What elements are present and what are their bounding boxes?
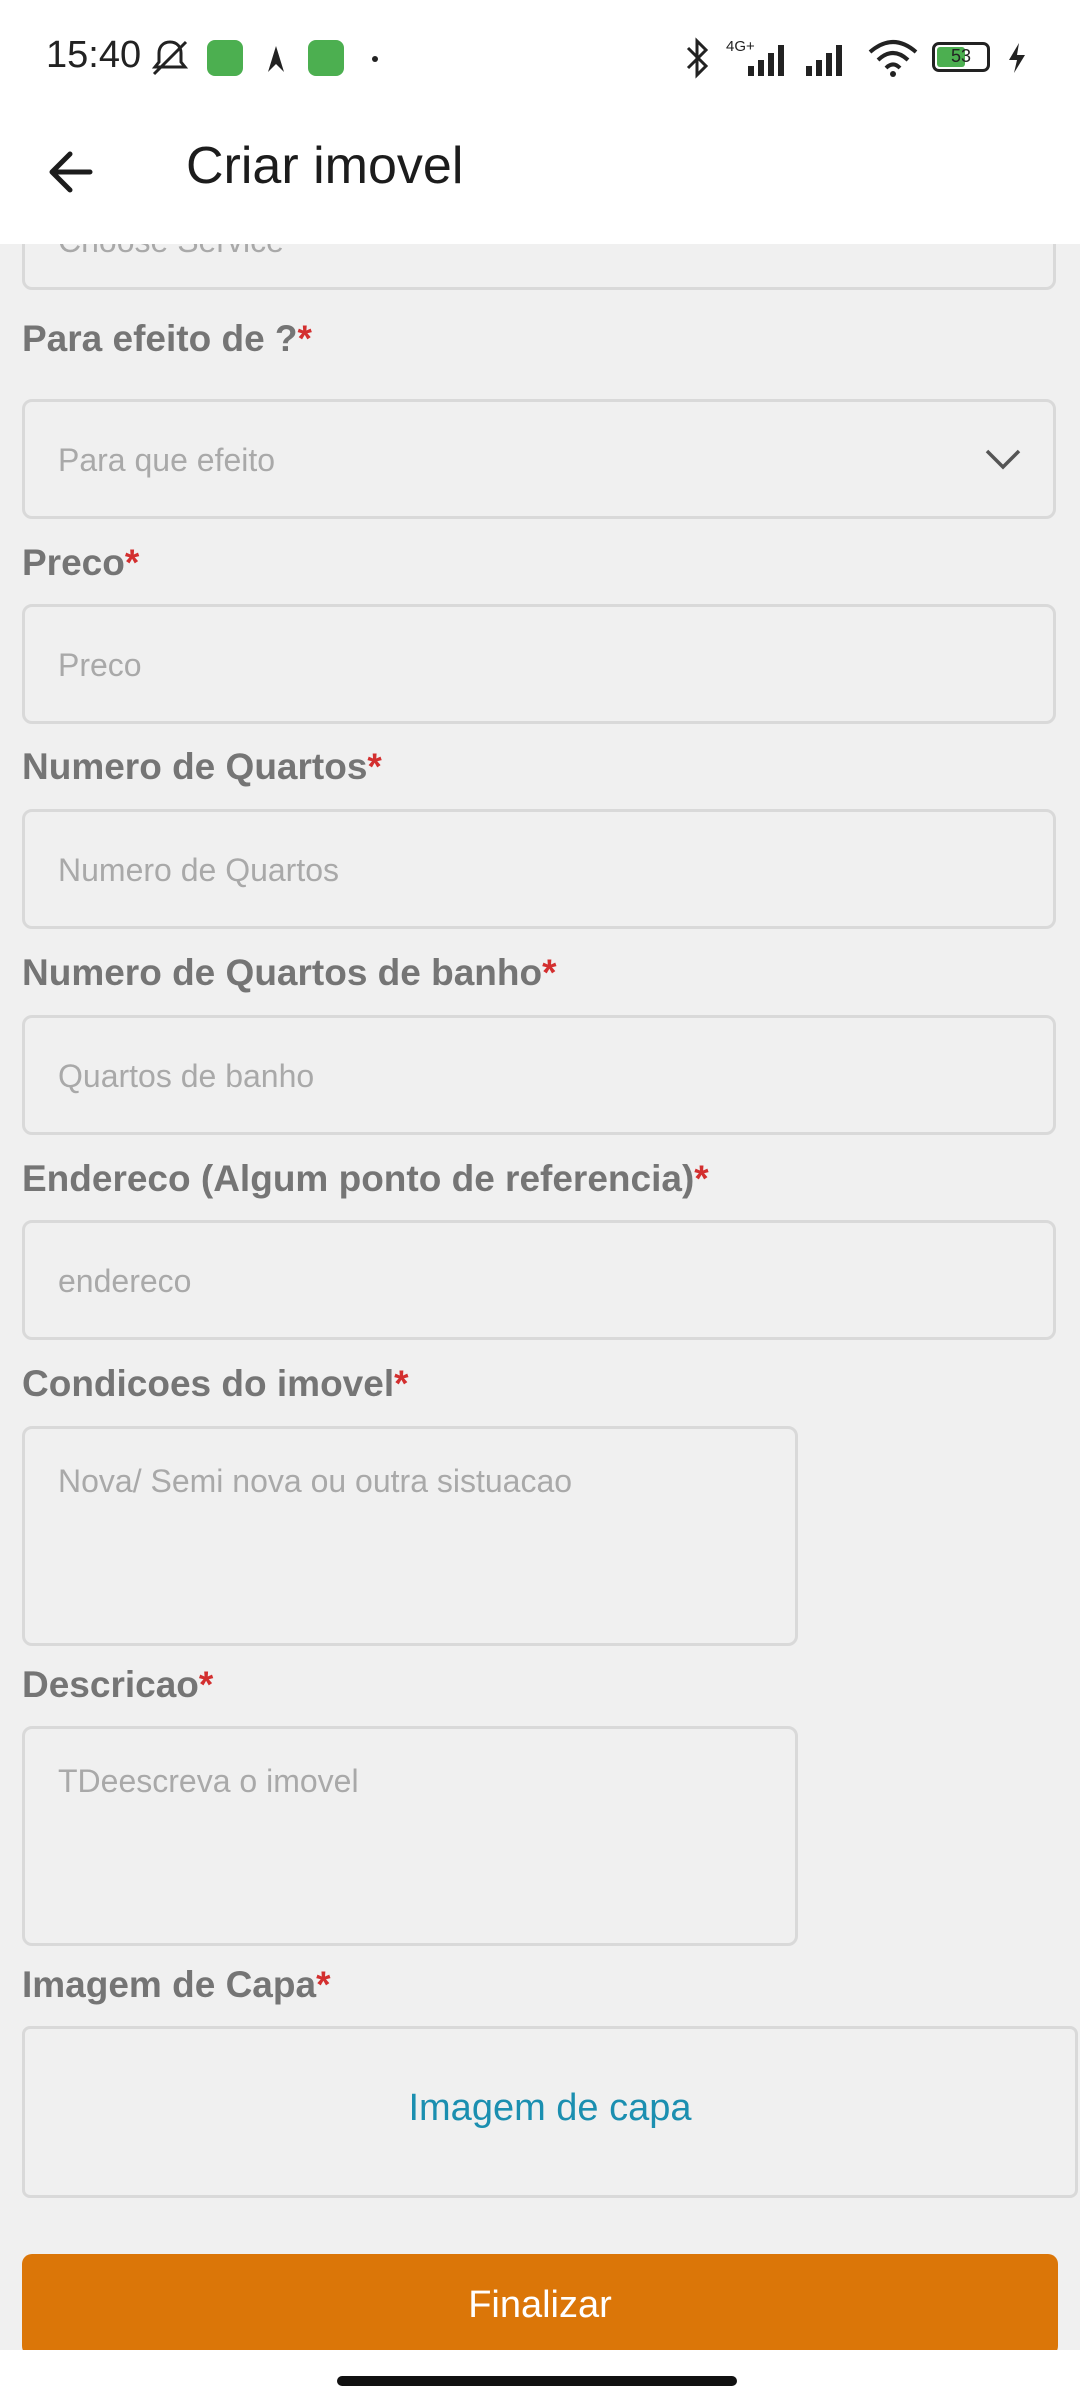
price-input[interactable]: Preco	[22, 604, 1056, 724]
purpose-dropdown[interactable]: Para que efeito	[22, 399, 1056, 519]
purpose-placeholder: Para que efeito	[58, 442, 276, 478]
required-mark: *	[316, 1964, 331, 2005]
bathrooms-label: Numero de Quartos de banho*	[22, 952, 557, 993]
condition-placeholder: Nova/ Semi nova ou outra sistuacao	[58, 1463, 573, 1499]
address-input[interactable]: endereco	[22, 1220, 1056, 1340]
bathrooms-input[interactable]: Quartos de banho	[22, 1015, 1056, 1135]
required-mark: *	[542, 952, 557, 993]
required-mark: *	[124, 542, 140, 583]
signal-icon	[748, 45, 784, 76]
signal-icon	[806, 45, 842, 76]
status-bar: 15:40 4G+ 53	[0, 0, 1080, 120]
cover-image-upload[interactable]: Imagem de capa	[22, 2026, 1078, 2198]
service-select[interactable]: Choose Service	[22, 244, 1056, 290]
wifi-icon	[868, 40, 918, 77]
address-placeholder: endereco	[58, 1263, 192, 1299]
required-mark: *	[297, 318, 312, 359]
finalize-button[interactable]: Finalizar	[22, 2254, 1058, 2350]
bathrooms-placeholder: Quartos de banho	[58, 1058, 315, 1094]
app-notification-icon	[207, 40, 243, 76]
description-placeholder: TDeescreva o imovel	[58, 1763, 359, 1799]
purpose-label: Para efeito de ?*	[22, 318, 312, 359]
navigation-bar	[0, 2350, 1080, 2400]
app-bar: Criar imovel	[0, 120, 1080, 244]
charging-icon	[1009, 43, 1025, 73]
required-mark: *	[198, 1664, 214, 1705]
app-notification-icon	[308, 40, 344, 76]
price-label: Preco*	[22, 542, 140, 583]
condition-textarea[interactable]: Nova/ Semi nova ou outra sistuacao	[22, 1426, 798, 1646]
form-content[interactable]: Choose Service Para efeito de ?* Para qu…	[0, 244, 1080, 2350]
address-label: Endereco (Algum ponto de referencia)*	[22, 1158, 709, 1199]
battery-icon: 53	[932, 42, 990, 72]
cover-image-button-label: Imagem de capa	[408, 2087, 692, 2129]
app-notification-icon	[268, 46, 284, 72]
home-indicator[interactable]	[337, 2376, 737, 2386]
description-textarea[interactable]: TDeescreva o imovel	[22, 1726, 798, 1946]
rooms-placeholder: Numero de Quartos	[58, 852, 340, 888]
rooms-label: Numero de Quartos*	[22, 746, 382, 787]
mute-icon	[151, 40, 189, 76]
battery-level: 53	[950, 46, 972, 66]
page-title: Criar imovel	[186, 137, 464, 195]
description-label: Descricao*	[22, 1664, 214, 1705]
cover-image-label: Imagem de Capa*	[22, 1964, 331, 2005]
price-placeholder: Preco	[58, 647, 142, 683]
status-time: 15:40	[46, 34, 142, 76]
chevron-down-icon	[985, 449, 1021, 470]
required-mark: *	[367, 746, 382, 787]
rooms-input[interactable]: Numero de Quartos	[22, 809, 1056, 929]
service-select-placeholder: Choose Service	[58, 244, 284, 260]
required-mark: *	[394, 1363, 409, 1404]
arrow-left-icon[interactable]	[40, 140, 104, 204]
condition-label: Condicoes do imovel*	[22, 1363, 409, 1404]
required-mark: *	[694, 1158, 709, 1199]
bluetooth-icon	[686, 37, 709, 79]
dot-icon	[372, 56, 378, 62]
